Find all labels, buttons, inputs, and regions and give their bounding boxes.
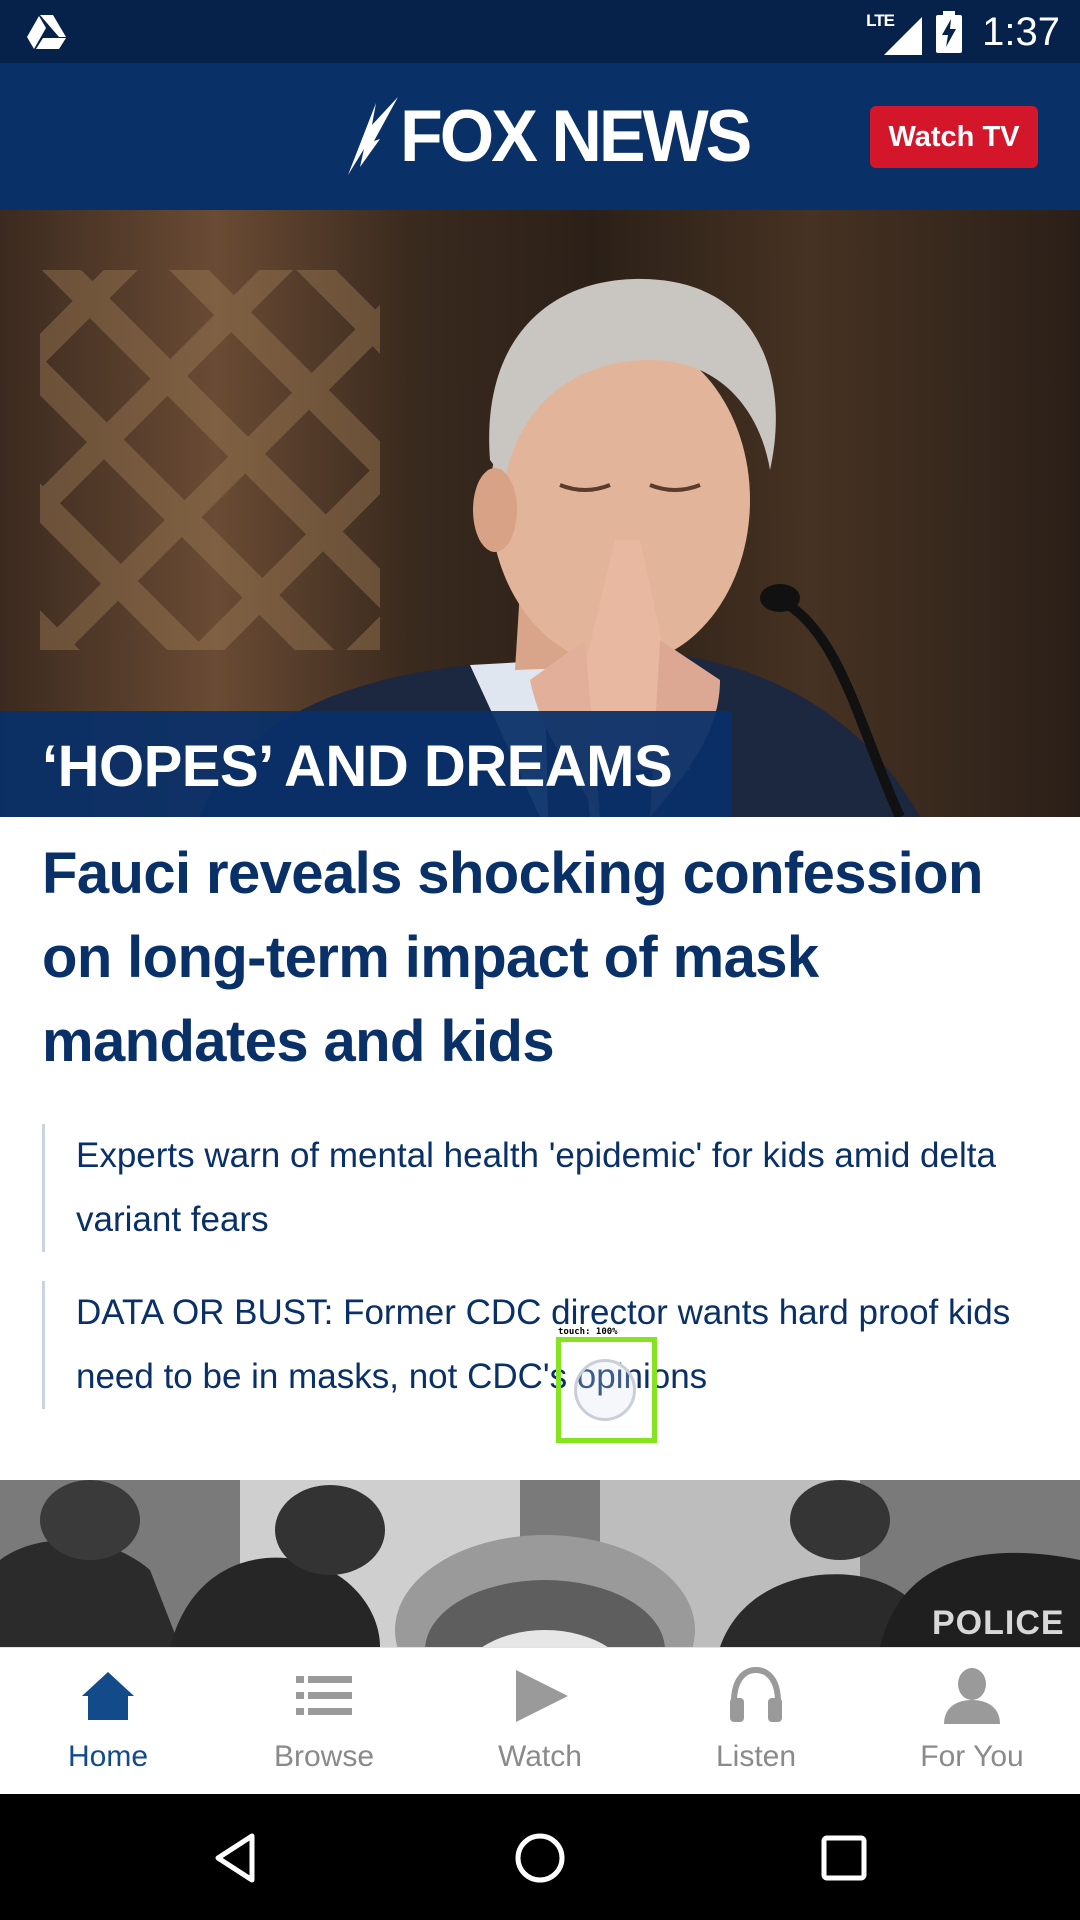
nav-listen[interactable]: Listen: [648, 1648, 864, 1794]
nav-browse[interactable]: Browse: [216, 1648, 432, 1794]
nav-label: Listen: [715, 1740, 797, 1773]
status-bar: LTE 1:37: [0, 0, 1080, 63]
fox-news-logo[interactable]: FOX NEWS: [346, 95, 752, 177]
watch-tv-button[interactable]: Watch TV: [870, 106, 1038, 168]
fox-logo-mark-icon: [348, 97, 398, 175]
police-text: POLICE: [932, 1604, 1065, 1642]
nav-label: Home: [67, 1740, 149, 1773]
list-icon: [296, 1676, 352, 1715]
nav-watch[interactable]: Watch: [432, 1648, 648, 1794]
nav-home[interactable]: Home: [0, 1648, 216, 1794]
hero-image[interactable]: ‘HOPES’ AND DREAMS: [0, 210, 1080, 817]
system-navigation-bar: [0, 1794, 1080, 1920]
nav-label: Watch: [498, 1740, 582, 1773]
person-icon: [944, 1668, 1000, 1724]
drive-icon: [27, 15, 66, 49]
headphones-icon: [730, 1666, 782, 1722]
second-story-image[interactable]: POLICE: [0, 1480, 1080, 1647]
play-icon: [516, 1670, 568, 1722]
back-icon[interactable]: [212, 1832, 264, 1884]
recents-icon[interactable]: [818, 1832, 870, 1884]
clock: 1:37: [982, 9, 1060, 54]
app-header: FOX NEWS Watch TV: [0, 63, 1080, 210]
bottom-navigation: Home Browse Watch Listen For You: [0, 1647, 1080, 1794]
battery-charging-icon: [936, 11, 963, 53]
signal-icon: LTE: [864, 9, 923, 55]
nav-for-you[interactable]: For You: [864, 1648, 1080, 1794]
touch-ripple: [574, 1359, 636, 1421]
home-icon: [82, 1672, 134, 1720]
related-link[interactable]: DATA OR BUST: Former CDC director wants …: [42, 1281, 1042, 1409]
main-headline[interactable]: Fauci reveals shocking confession on lon…: [42, 832, 1042, 1084]
nav-label: For You: [920, 1740, 1024, 1773]
app-screen: LTE 1:37 FOX NEWS Watch TV ‘HOPES’ AND D…: [0, 0, 1080, 1920]
home-circle-icon[interactable]: [514, 1832, 566, 1884]
logo-text: FOX NEWS: [400, 95, 752, 177]
story-kicker: ‘HOPES’ AND DREAMS: [0, 711, 732, 817]
related-link[interactable]: Experts warn of mental health 'epidemic'…: [42, 1124, 1042, 1252]
touch-indicator-label: touch: 100%: [558, 1327, 618, 1337]
nav-label: Browse: [273, 1740, 375, 1773]
